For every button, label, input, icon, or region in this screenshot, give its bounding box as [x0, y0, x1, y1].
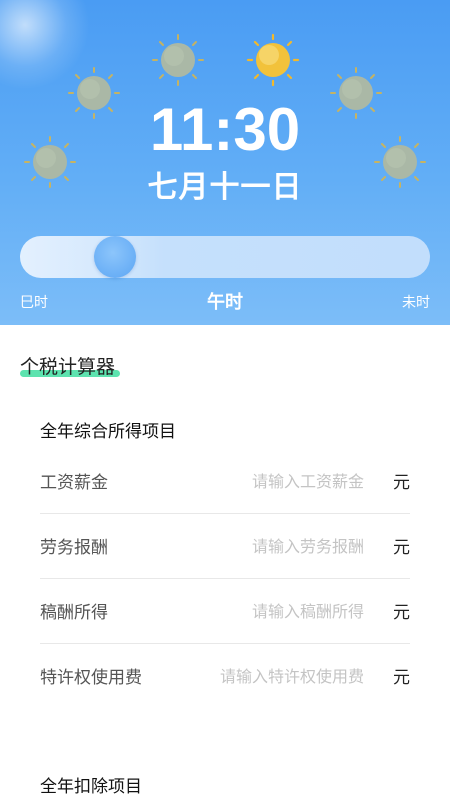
labor-remuneration-input[interactable]: [174, 531, 364, 561]
row-unit: 元: [393, 603, 410, 623]
row-label: 稿酬所得: [40, 603, 108, 623]
income-row-labor: 劳务报酬 元: [40, 515, 410, 579]
sun-icon: [151, 33, 205, 87]
time-slider[interactable]: [20, 236, 430, 278]
income-row-franchise: 特许权使用费 元: [40, 645, 410, 709]
salary-input[interactable]: [174, 466, 364, 496]
row-unit: 元: [393, 668, 410, 688]
slider-current-label: 午时: [207, 292, 243, 313]
row-unit: 元: [393, 538, 410, 558]
row-label: 特许权使用费: [40, 668, 142, 688]
row-label: 工资薪金: [40, 473, 108, 493]
franchise-fee-input[interactable]: [174, 661, 364, 691]
time-header: 11:30 七月十一日 巳时 午时 未时: [0, 0, 450, 325]
deduction-section-title: 全年扣除项目: [40, 777, 142, 797]
income-row-salary: 工资薪金 元: [40, 450, 410, 514]
slider-handle[interactable]: [93, 236, 136, 278]
calculator-title-text: 个税计算器: [20, 356, 116, 378]
row-label: 劳务报酬: [40, 538, 108, 558]
slider-right-label: 未时: [402, 295, 430, 311]
sun-icon-active: [246, 33, 300, 87]
calculator-title: 个税计算器: [20, 352, 115, 379]
current-time: 11:30: [149, 96, 301, 163]
current-date: 七月十一日: [147, 170, 303, 205]
author-remuneration-input[interactable]: [174, 596, 364, 626]
row-unit: 元: [393, 473, 410, 493]
income-section-title: 全年综合所得项目: [40, 422, 176, 442]
income-row-royalty: 稿酬所得 元: [40, 580, 410, 644]
